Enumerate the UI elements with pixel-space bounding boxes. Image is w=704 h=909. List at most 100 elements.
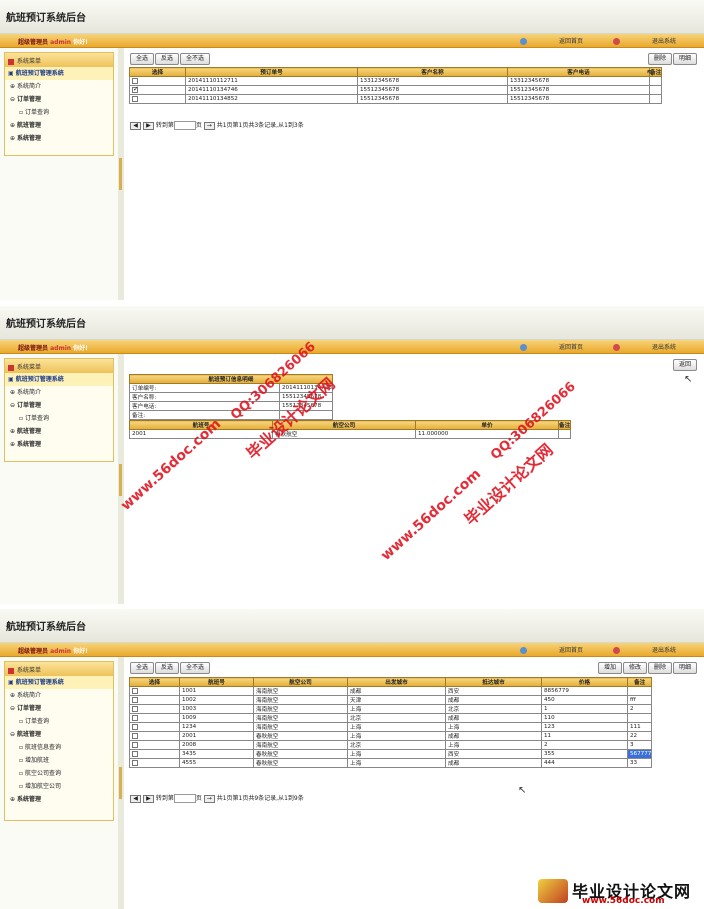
- logout-link[interactable]: 退出系统: [612, 344, 676, 351]
- row-checkbox[interactable]: [132, 714, 138, 721]
- menu-icon: [8, 667, 14, 674]
- go-button[interactable]: →: [203, 121, 215, 130]
- title-bar: 航班预订系统后台: [0, 306, 704, 340]
- tree-root[interactable]: ▣ 航班预订管理系统: [5, 67, 113, 80]
- tree-root[interactable]: ▣ 航班预订管理系统: [5, 676, 113, 689]
- tree-item-flights[interactable]: ⊕ 航班管理: [5, 425, 113, 438]
- delete-button[interactable]: 删除: [647, 53, 672, 65]
- edit-button[interactable]: 修改: [622, 662, 647, 674]
- detail-button[interactable]: 明细: [672, 662, 697, 674]
- table-row[interactable]: 3435 春秋航空 上海 西安 355 567777: [129, 749, 653, 759]
- row-checkbox[interactable]: [132, 732, 138, 739]
- sidebar: 系统菜单 ▣ 航班预订管理系统 ⊕ 系统简介 ⊖ 订单管理 ▫ 订单查询 ⊕ 航…: [0, 48, 118, 300]
- row-checkbox[interactable]: [132, 759, 138, 766]
- system-menu: 系统菜单 ▣ 航班预订管理系统 ⊕ 系统简介 ⊖ 订单管理 ▫ 订单查询 ⊕ 航…: [4, 52, 114, 156]
- row-checkbox[interactable]: [132, 741, 138, 748]
- tree-item-add-airline[interactable]: ▫ 增加航空公司: [5, 780, 113, 793]
- add-button[interactable]: 增加: [597, 662, 622, 674]
- splitter[interactable]: [118, 657, 124, 909]
- logout-link[interactable]: 退出系统: [612, 647, 676, 654]
- table-row[interactable]: 1002 海南航空 天津 成都 450 fff: [129, 695, 653, 705]
- home-icon: [519, 344, 527, 351]
- sidebar: 系统菜单 ▣ 航班预订管理系统 ⊕ 系统简介 ⊖ 订单管理 ▫ 订单查询 ⊕ 航…: [0, 354, 118, 604]
- tree-item-order-query[interactable]: ▫ 订单查询: [5, 715, 113, 728]
- row-checkbox[interactable]: [132, 687, 138, 694]
- row-checkbox[interactable]: [132, 705, 138, 712]
- row-checkbox[interactable]: [132, 85, 139, 93]
- mouse-cursor: ↖: [646, 68, 655, 79]
- delete-button[interactable]: 删除: [647, 662, 672, 674]
- tree-item-flight-query[interactable]: ▫ 航班信息查询: [5, 741, 113, 754]
- table-row[interactable]: 201411101347461551234567815512345678: [129, 85, 663, 95]
- tree-item-orders[interactable]: ⊖ 订单管理: [5, 702, 113, 715]
- tree-root[interactable]: ▣ 航班预订管理系统: [5, 373, 113, 386]
- row-checkbox[interactable]: [132, 696, 138, 703]
- select-all-button[interactable]: 全选: [130, 662, 155, 674]
- tree-item-order-query[interactable]: ▫ 订单查询: [5, 106, 113, 119]
- sidebar: 系统菜单 ▣ 航班预订管理系统 ⊕ 系统简介 ⊖ 订单管理 ▫ 订单查询 ⊖ 航…: [0, 657, 118, 909]
- tree-item-orders[interactable]: ⊖ 订单管理: [5, 93, 113, 106]
- home-link[interactable]: 返回首页: [519, 38, 583, 45]
- app-title: 航班预订系统后台: [6, 319, 86, 330]
- select-none-button[interactable]: 全不选: [180, 662, 211, 674]
- tree-item-intro[interactable]: ⊕ 系统简介: [5, 689, 113, 702]
- app-title: 航班预订系统后台: [6, 622, 86, 633]
- user-info: 超级管理员 admin 你好!: [18, 39, 88, 46]
- col-phone: 客户电话: [507, 67, 650, 77]
- select-none-button[interactable]: 全不选: [180, 53, 211, 65]
- app-title: 航班预订系统后台: [6, 13, 86, 24]
- user-strip: 超级管理员 admin 你好! 返回首页 退出系统: [0, 643, 704, 657]
- table-row[interactable]: 1009 海南航空 北京 成都 110: [129, 713, 653, 723]
- page-input[interactable]: [173, 794, 196, 803]
- detail-button[interactable]: 明细: [672, 53, 697, 65]
- system-menu: 系统菜单 ▣ 航班预订管理系统 ⊕ 系统简介 ⊖ 订单管理 ▫ 订单查询 ⊖ 航…: [4, 661, 114, 821]
- invert-selection-button[interactable]: 反选: [155, 53, 180, 65]
- table-row[interactable]: 1003 海南航空 上海 北京 1 2: [129, 704, 653, 714]
- page-input[interactable]: [173, 121, 196, 130]
- invert-selection-button[interactable]: 反选: [155, 662, 180, 674]
- tree-item-add-flight[interactable]: ▫ 增加航班: [5, 754, 113, 767]
- logout-link[interactable]: 退出系统: [612, 38, 676, 45]
- table-row[interactable]: 4555 春秋航空 上海 成都 444 33: [129, 758, 653, 768]
- screen-order-list: 航班预订系统后台 超级管理员 admin 你好! 返回首页 退出系统 系统菜单 ▣…: [0, 0, 704, 300]
- tree-item-order-query[interactable]: ▫ 订单查询: [5, 412, 113, 425]
- table-row[interactable]: 20141110112711 13312345678 13312345678: [129, 76, 663, 86]
- tree-item-system[interactable]: ⊕ 系统管理: [5, 132, 113, 145]
- tree-item-airline-query[interactable]: ▫ 航空公司查询: [5, 767, 113, 780]
- next-page-button[interactable]: ▶: [142, 121, 154, 130]
- mouse-cursor: ↖: [684, 374, 693, 385]
- back-button[interactable]: 返回: [672, 359, 697, 371]
- menu-header: 系统菜单: [5, 359, 113, 373]
- go-button[interactable]: →: [203, 794, 215, 803]
- main-content: 返回 航班预订信息明细 订单编号: 20141110134746 客户名称: 155…: [126, 354, 700, 604]
- table-row[interactable]: 2001 春秋航空 上海 成都 11 22: [129, 731, 653, 741]
- row-checkbox[interactable]: [132, 77, 138, 84]
- system-menu: 系统菜单 ▣ 航班预订管理系统 ⊕ 系统简介 ⊖ 订单管理 ▫ 订单查询 ⊕ 航…: [4, 358, 114, 462]
- home-link[interactable]: 返回首页: [519, 647, 583, 654]
- table-row[interactable]: 1234 海南航空 上海 上海 123 111: [129, 722, 653, 732]
- tree-item-system[interactable]: ⊕ 系统管理: [5, 438, 113, 451]
- user-info: 超级管理员 admin 你好!: [18, 345, 88, 352]
- tree-item-intro[interactable]: ⊕ 系统简介: [5, 386, 113, 399]
- row-checkbox[interactable]: [132, 723, 138, 730]
- tree-item-intro[interactable]: ⊕ 系统简介: [5, 80, 113, 93]
- next-page-button[interactable]: ▶: [142, 794, 154, 803]
- splitter[interactable]: [118, 354, 124, 604]
- prev-page-button[interactable]: ◀: [130, 794, 141, 803]
- tree-item-system[interactable]: ⊕ 系统管理: [5, 793, 113, 806]
- home-icon: [519, 38, 527, 45]
- table-row[interactable]: 20141110134852 15512345678 15512345678: [129, 94, 663, 104]
- select-all-button[interactable]: 全选: [130, 53, 155, 65]
- row-checkbox[interactable]: [132, 750, 138, 757]
- tree-item-flights[interactable]: ⊕ 航班管理: [5, 119, 113, 132]
- tree-item-orders[interactable]: ⊖ 订单管理: [5, 399, 113, 412]
- splitter[interactable]: [118, 48, 124, 300]
- home-link[interactable]: 返回首页: [519, 344, 583, 351]
- row-checkbox[interactable]: [132, 95, 138, 102]
- footer-logo: 毕业设计论文网 www.56doc.com: [538, 877, 704, 907]
- tree-item-flights[interactable]: ⊖ 航班管理: [5, 728, 113, 741]
- prev-page-button[interactable]: ◀: [130, 121, 141, 130]
- table-row[interactable]: 2008 海南航空 北京 上海 2 3: [129, 740, 653, 750]
- logo-icon: [538, 879, 568, 903]
- table-row[interactable]: 1001 海南航空 成都 西安 8856779: [129, 686, 653, 696]
